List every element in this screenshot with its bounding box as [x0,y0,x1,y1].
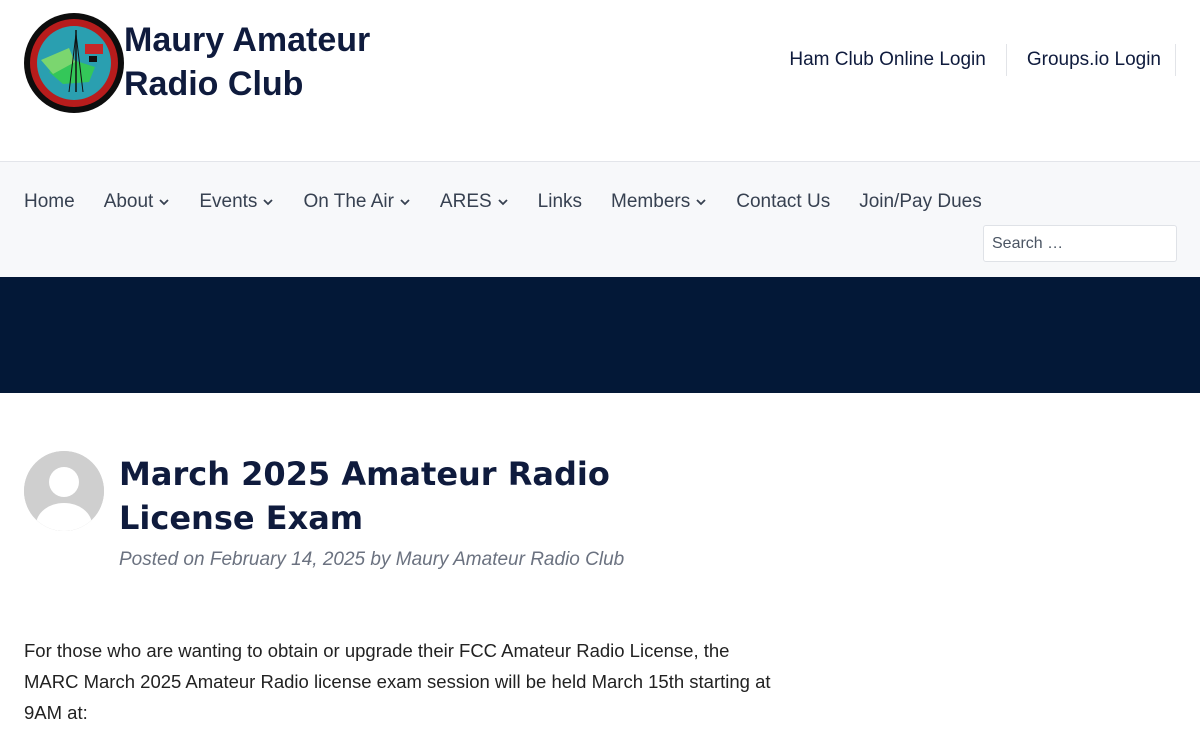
chevron-down-icon [399,196,411,208]
post-author-link[interactable]: Maury Amateur Radio Club [396,549,624,570]
nav-item-label: Join/Pay Dues [859,191,982,212]
nav-item-label: Links [537,191,583,212]
chevron-down-icon [262,196,274,208]
user-placeholder-icon [24,451,104,531]
site-header: Maury Amateur Radio Club Ham Club Online… [0,0,1200,161]
search-input[interactable] [983,225,1177,262]
club-logo[interactable] [23,12,125,114]
chevron-down-icon [158,196,170,208]
page-banner [0,277,1200,393]
nav-menu: Home About Events On The Air ARES Links … [24,188,1011,216]
nav-item-label: Contact Us [736,191,831,212]
nav-item-members[interactable]: Members [611,191,707,213]
post-title: March 2025 Amateur Radio License Exam [119,455,610,537]
nav-item-home[interactable]: Home [24,191,75,213]
nav-item-ares[interactable]: ARES [440,191,509,213]
nav-item-about[interactable]: About [104,191,171,213]
ham-club-online-login-link[interactable]: Ham Club Online Login [775,45,999,75]
nav-item-contact-us[interactable]: Contact Us [736,191,830,213]
top-links: Ham Club Online Login Groups.io Login [775,44,1176,76]
nav-item-label: Home [24,191,75,212]
meta-by: by [370,549,391,570]
divider [1175,44,1176,76]
nav-item-join-pay-dues[interactable]: Join/Pay Dues [859,191,982,213]
nav-item-label: Members [611,191,691,212]
post-date-link[interactable]: February 14, 2025 [210,549,365,570]
nav-item-label: Events [199,191,258,212]
groups-io-login-link[interactable]: Groups.io Login [1013,45,1175,75]
site-title[interactable]: Maury Amateur Radio Club [124,18,394,106]
divider [1005,44,1007,76]
nav-item-label: About [103,191,154,212]
nav-item-links[interactable]: Links [538,191,582,213]
chevron-down-icon [497,196,509,208]
nav-item-label: On The Air [303,191,394,212]
nav-item-on-the-air[interactable]: On The Air [303,191,410,213]
post-body: For those who are wanting to obtain or u… [24,640,771,723]
nav-item-label: ARES [439,191,492,212]
meta-prefix: Posted on [119,549,205,570]
nav-item-events[interactable]: Events [199,191,274,213]
chevron-down-icon [695,196,707,208]
post-meta: Posted on February 14, 2025 by Maury Ama… [119,549,624,571]
